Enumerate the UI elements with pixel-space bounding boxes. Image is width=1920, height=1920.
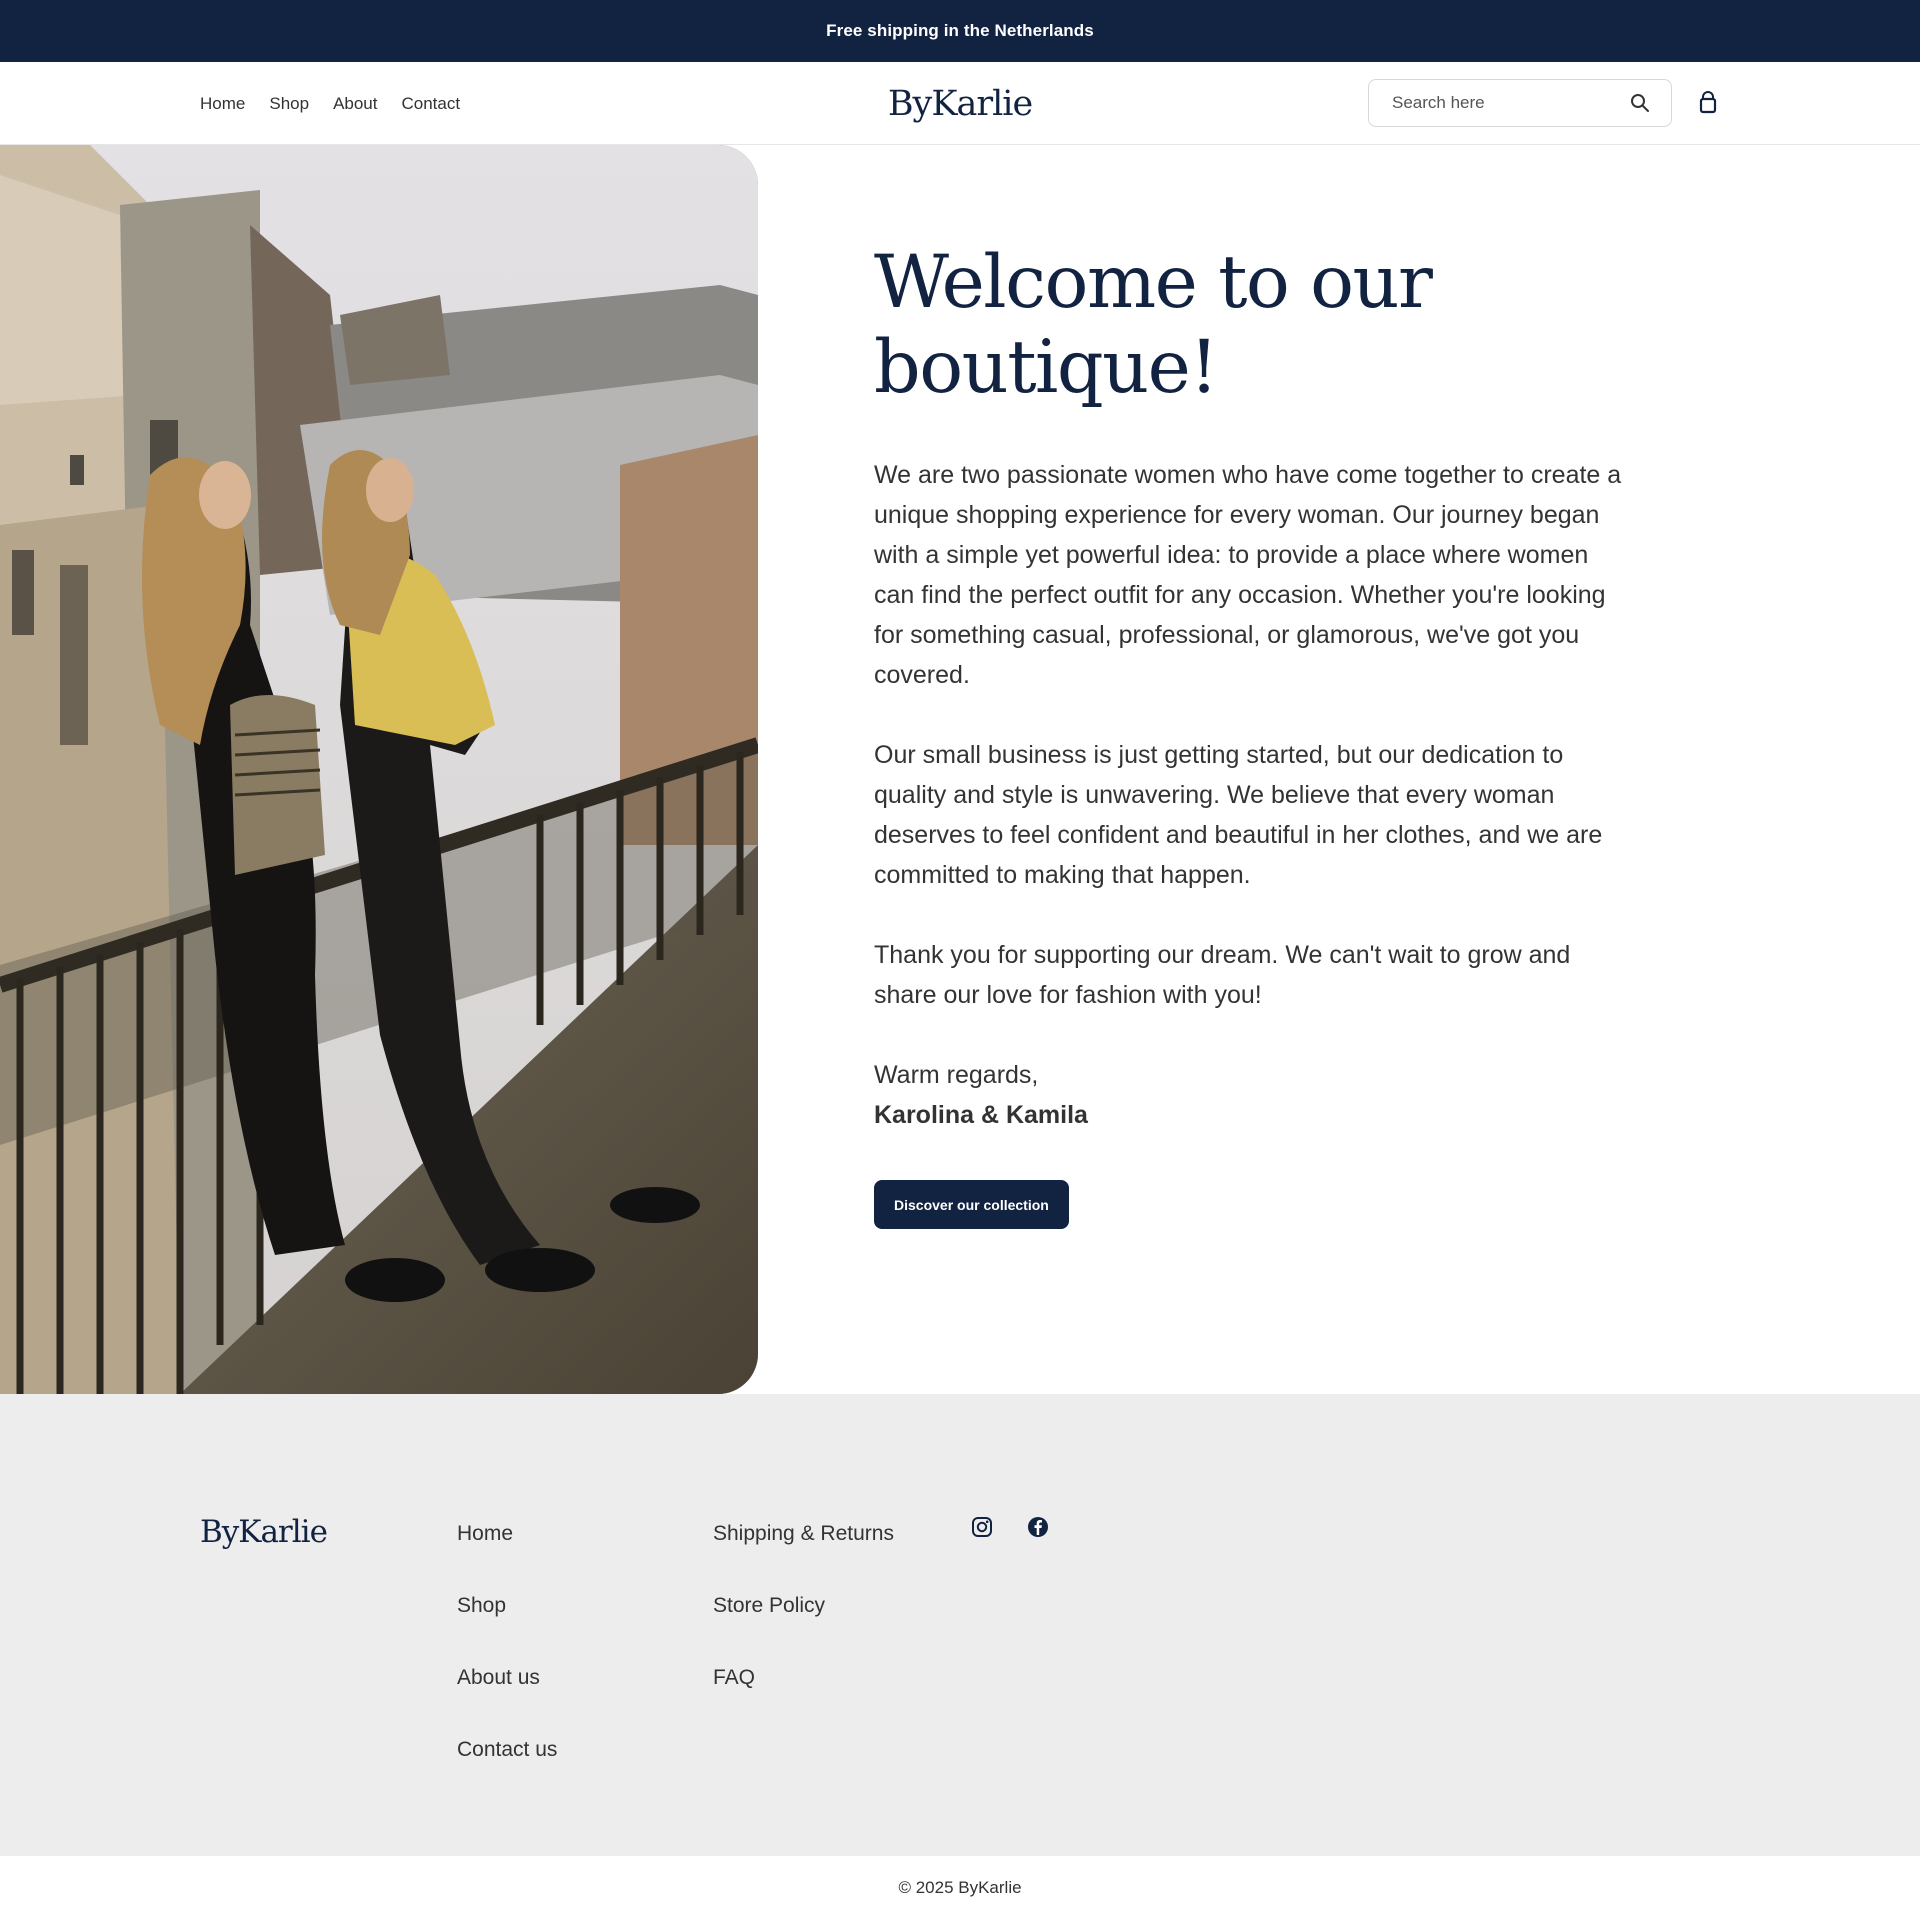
site-logo[interactable]: ByKarlie xyxy=(880,62,1040,145)
main-nav: Home Shop About Contact xyxy=(200,62,460,145)
signature-names: Karolina & Kamila xyxy=(874,1101,1088,1129)
discover-collection-button[interactable]: Discover our collection xyxy=(874,1180,1069,1229)
announcement-text: Free shipping in the Netherlands xyxy=(826,21,1094,40)
nav-home-link[interactable]: Home xyxy=(200,94,245,114)
hero-paragraph-3: Thank you for supporting our dream. We c… xyxy=(874,941,1571,1009)
instagram-icon[interactable] xyxy=(971,1516,993,1538)
hero-paragraph-1: We are two passionate women who have com… xyxy=(874,461,1622,689)
search-input[interactable] xyxy=(1392,93,1629,113)
facebook-icon[interactable] xyxy=(1027,1516,1049,1538)
footer-link-shipping[interactable]: Shipping & Returns xyxy=(713,1522,894,1594)
site-footer: ByKarlie Home Shop About us Contact us S… xyxy=(0,1394,1920,1856)
nav-about-link[interactable]: About xyxy=(333,94,377,114)
signature-block: Warm regards, Karolina & Kamila xyxy=(874,1055,1634,1135)
nav-shop-link[interactable]: Shop xyxy=(269,94,309,114)
footer-link-contact[interactable]: Contact us xyxy=(457,1738,557,1810)
footer-logo[interactable]: ByKarlie xyxy=(200,1514,328,1550)
search-box xyxy=(1368,79,1672,127)
nav-contact-link[interactable]: Contact xyxy=(402,94,461,114)
footer-nav-column: Home Shop About us Contact us xyxy=(457,1522,557,1810)
site-header: Home Shop About Contact ByKarlie xyxy=(0,62,1920,145)
copyright-bar: © 2025 ByKarlie xyxy=(0,1856,1920,1920)
footer-link-home[interactable]: Home xyxy=(457,1522,557,1594)
hero-content: Welcome to our boutique! We are two pass… xyxy=(874,240,1634,1229)
footer-link-store-policy[interactable]: Store Policy xyxy=(713,1594,894,1666)
search-icon[interactable] xyxy=(1629,92,1651,114)
signoff-text: Warm regards, xyxy=(874,1061,1039,1089)
footer-link-faq[interactable]: FAQ xyxy=(713,1666,894,1738)
hero-paragraph-2: Our small business is just getting start… xyxy=(874,741,1603,889)
hero-title: Welcome to our boutique! xyxy=(874,240,1433,410)
hero-text: We are two passionate women who have com… xyxy=(874,455,1634,1135)
announcement-bar: Free shipping in the Netherlands xyxy=(0,0,1920,62)
footer-info-column: Shipping & Returns Store Policy FAQ xyxy=(713,1522,894,1738)
social-links xyxy=(971,1516,1049,1538)
hero-image xyxy=(0,145,758,1394)
shopping-bag-icon[interactable] xyxy=(1696,91,1720,115)
footer-link-shop[interactable]: Shop xyxy=(457,1594,557,1666)
copyright-text: © 2025 ByKarlie xyxy=(898,1878,1022,1897)
footer-link-about[interactable]: About us xyxy=(457,1666,557,1738)
